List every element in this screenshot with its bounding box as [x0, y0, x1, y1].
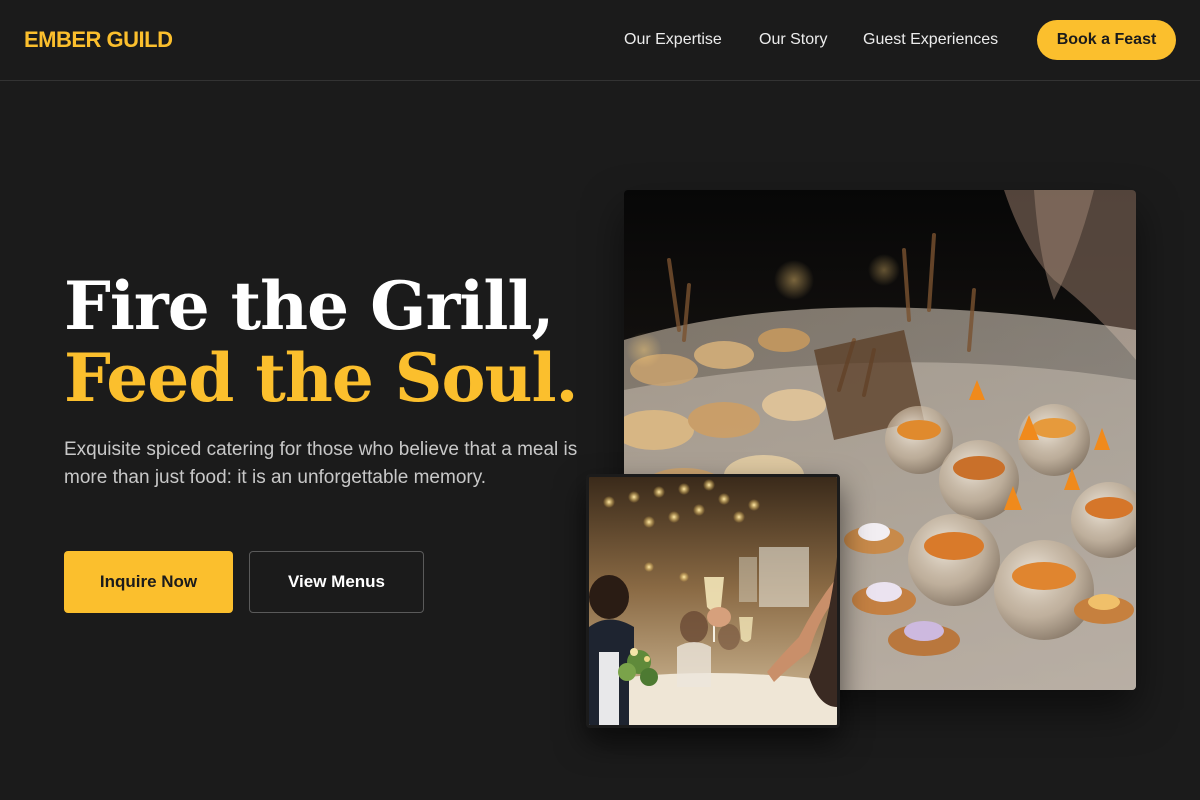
inquire-now-button[interactable]: Inquire Now [64, 551, 233, 613]
nav-link-our-expertise[interactable]: Our Expertise [624, 31, 722, 49]
brand-logo[interactable]: EMBER GUILD [24, 27, 173, 53]
hero-headline-line2: Feed the Soul. [64, 339, 579, 417]
nav-link-our-story[interactable]: Our Story [759, 31, 827, 49]
nav-link-guest-experiences[interactable]: Guest Experiences [863, 31, 998, 49]
toast-photo [586, 474, 840, 728]
site-header: EMBER GUILD Our Expertise Our Story Gues… [0, 0, 1200, 81]
hero-headline-line1: Fire the Grill, [64, 267, 554, 345]
hero-headline: Fire the Grill, Feed the Soul. [64, 267, 579, 417]
hero-subcopy: Exquisite spiced catering for those who … [64, 439, 578, 488]
view-menus-button[interactable]: View Menus [249, 551, 424, 613]
book-a-feast-button[interactable]: Book a Feast [1037, 20, 1176, 60]
toast-photo-illustration [589, 477, 837, 725]
